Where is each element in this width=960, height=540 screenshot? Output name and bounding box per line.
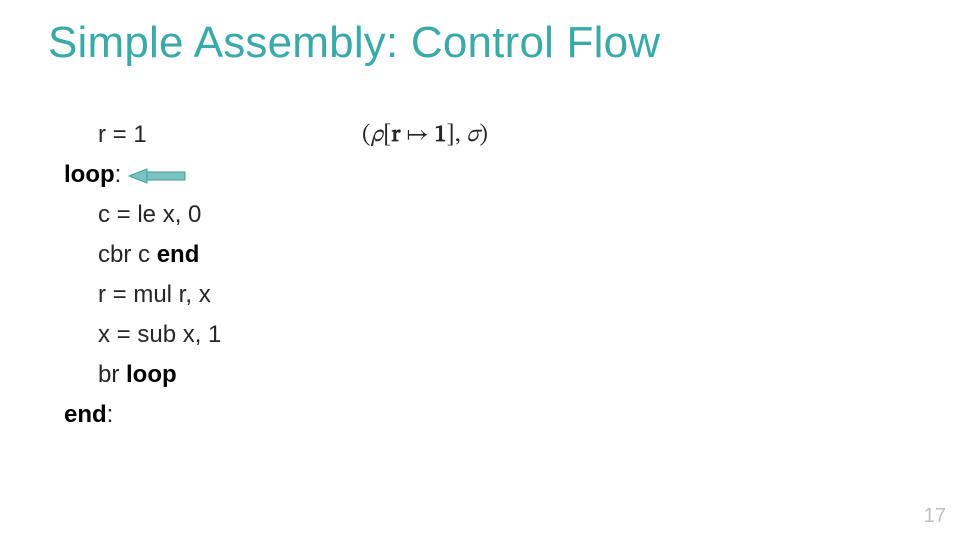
bracket-close: ] [446,123,454,147]
rho: ρ [371,123,383,147]
slide-title: Simple Assembly: Control Flow [48,18,660,68]
code-text: r = 1 [98,121,147,148]
code-text: br [98,361,126,388]
code-line-x-sub: x = sub x, 1 [64,315,221,355]
slide: Simple Assembly: Control Flow r = 1 loop… [0,0,960,540]
code-line-end-label: end: [64,395,221,435]
code-text: r = mul r, x [98,281,211,308]
arrow-left-icon [127,166,189,186]
colon: : [107,401,114,428]
code-line-loop-label: loop: [64,155,221,195]
code-text: x = sub x, 1 [98,321,221,348]
code-line-br: br loop [64,355,221,395]
code-text: c = le x, 0 [98,201,201,228]
semantics-expression: (ρ[r ↦ 1], σ) [362,120,488,150]
colon: : [115,161,122,188]
val-one: 1 [435,123,447,147]
code-line-r1: r = 1 [64,115,221,155]
keyword-loop: loop [126,361,177,388]
sigma: σ [466,123,479,147]
paren-close: ) [479,123,488,147]
label-end: end [64,401,107,428]
code-text: cbr c [98,241,157,268]
page-number: 17 [924,505,946,528]
label-loop: loop [64,161,115,188]
code-line-r-mul: r = mul r, x [64,275,221,315]
mapsto: ↦ [400,123,434,147]
code-line-c-le: c = le x, 0 [64,195,221,235]
paren-open: ( [362,123,371,147]
code-line-cbr: cbr c end [64,235,221,275]
comma: , [455,123,467,147]
keyword-end: end [157,241,200,268]
code-block: r = 1 loop: c = le x, 0 cbr c end r = mu… [64,115,221,435]
